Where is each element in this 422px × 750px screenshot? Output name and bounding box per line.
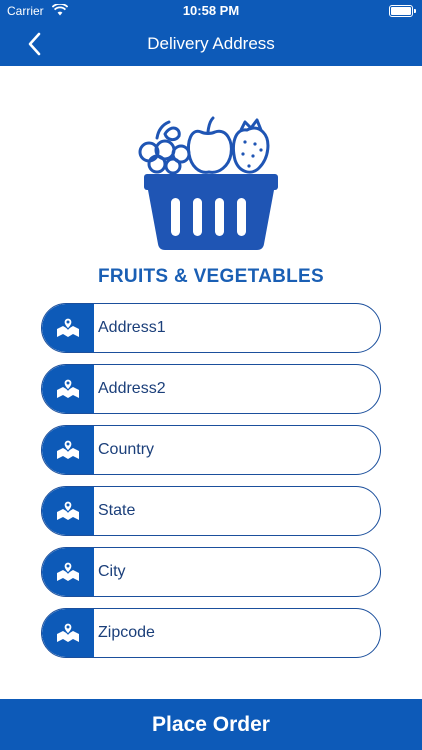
status-bar: Carrier 10:58 PM [0, 0, 422, 22]
status-time: 10:58 PM [182, 3, 240, 18]
page-title: Delivery Address [147, 34, 275, 53]
city-input[interactable] [98, 548, 368, 596]
address2-field[interactable] [41, 364, 381, 414]
map-pin-icon [42, 487, 94, 535]
state-field[interactable] [41, 486, 381, 536]
map-pin-icon [42, 426, 94, 474]
country-field[interactable] [41, 425, 381, 475]
map-pin-icon [42, 548, 94, 596]
city-field[interactable] [41, 547, 381, 597]
fruit-basket-icon [138, 116, 278, 250]
place-order-button[interactable]: Place Order [0, 699, 422, 750]
battery-icon [389, 5, 416, 17]
address1-input[interactable] [98, 304, 368, 352]
brand-title: FRUITS & VEGETABLES [98, 266, 324, 287]
navigation-bar: Carrier 10:58 PM Delivery Address [0, 0, 422, 66]
country-input[interactable] [98, 426, 368, 474]
map-pin-icon [42, 609, 94, 657]
zipcode-input[interactable] [98, 609, 368, 657]
state-input[interactable] [98, 487, 368, 535]
zipcode-field[interactable] [41, 608, 381, 658]
map-pin-icon [42, 365, 94, 413]
map-pin-icon [42, 304, 94, 352]
address2-input[interactable] [98, 365, 368, 413]
address1-field[interactable] [41, 303, 381, 353]
